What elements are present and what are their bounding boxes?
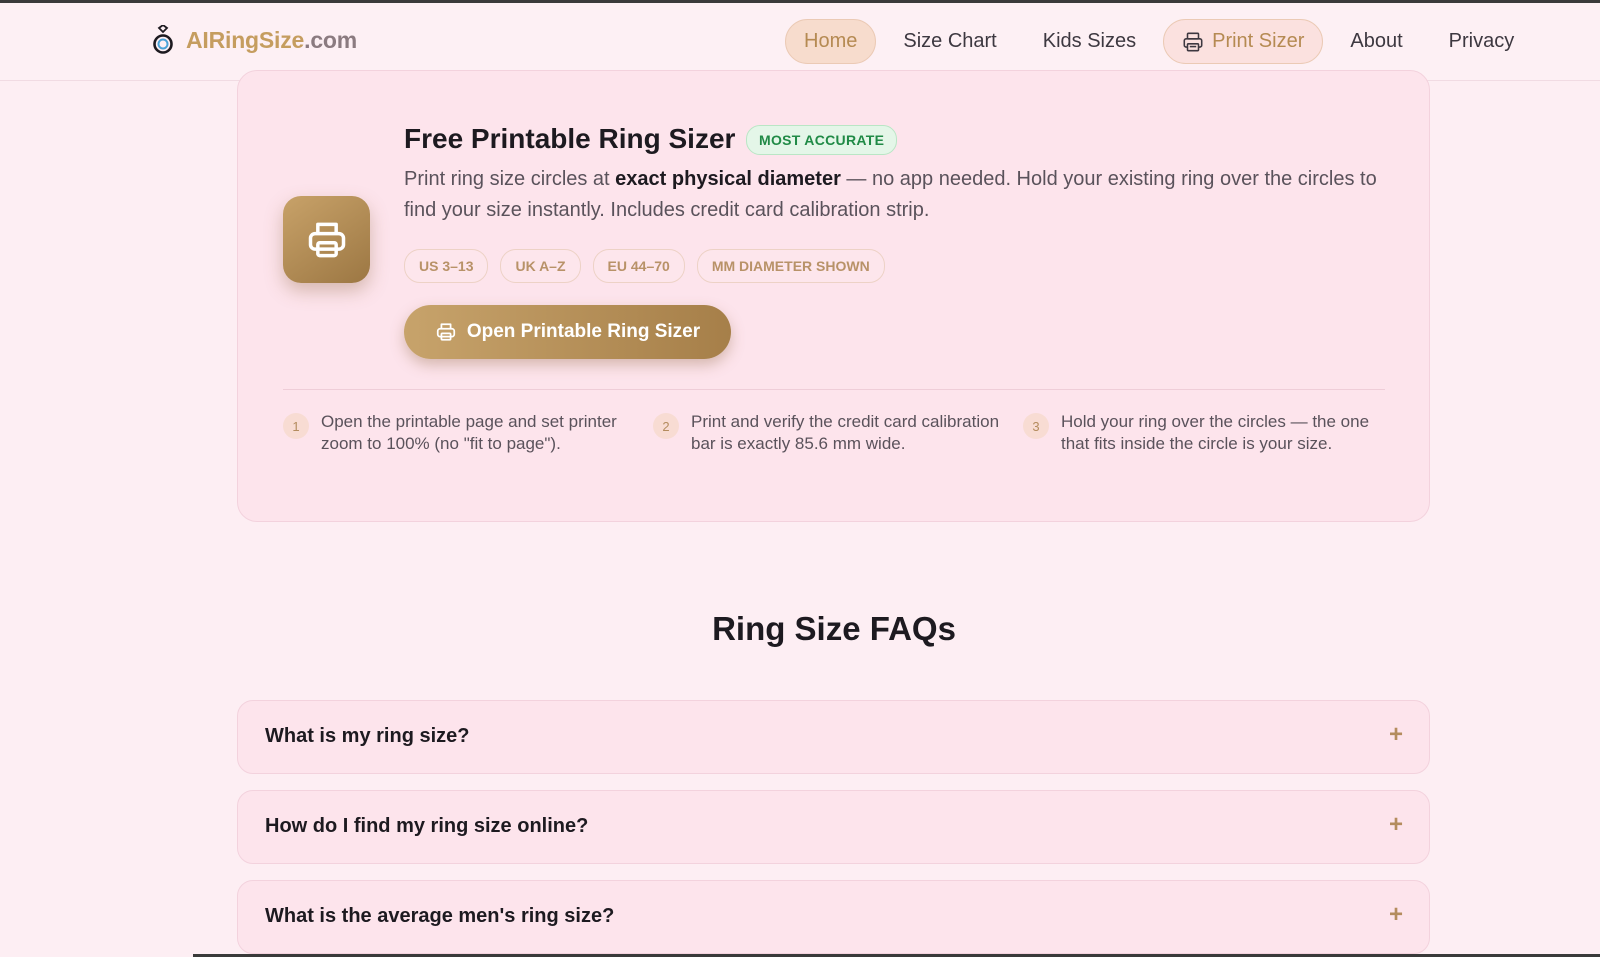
emphasis-text: exact physical diameter: [615, 168, 841, 190]
open-printable-sizer-button[interactable]: Open Printable Ring Sizer: [404, 305, 731, 359]
nav-privacy[interactable]: Privacy: [1430, 19, 1534, 64]
ring-icon: [153, 25, 173, 54]
nav-kids-sizes[interactable]: Kids Sizes: [1024, 19, 1155, 64]
step-text: Print and verify the credit card calibra…: [691, 412, 1000, 453]
steps-list: 1 Open the printable page and set printe…: [283, 411, 1393, 455]
printer-badge: [283, 196, 370, 283]
step-item: 3 Hold your ring over the circles — the …: [1023, 411, 1393, 455]
nav-home[interactable]: Home: [785, 19, 877, 64]
step-item: 2 Print and verify the credit card calib…: [653, 411, 1023, 455]
step-item: 1 Open the printable page and set printe…: [283, 411, 653, 455]
card-description: Print ring size circles at exact physica…: [404, 168, 1377, 221]
tag-uk: UK A–Z: [500, 249, 581, 283]
logo-tld: .com: [304, 26, 358, 53]
plus-icon[interactable]: +: [1389, 901, 1403, 929]
tag-eu: EU 44–70: [592, 249, 685, 283]
site-logo[interactable]: AIRingSize.com: [150, 25, 357, 55]
nav-about[interactable]: About: [1331, 19, 1421, 64]
step-number: 1: [283, 413, 309, 439]
logo-brand: AIRingSize: [186, 26, 305, 53]
printer-icon: [1183, 32, 1203, 51]
nav-print-sizer-label: Print Sizer: [1212, 30, 1305, 52]
plus-icon[interactable]: +: [1389, 721, 1403, 749]
most-accurate-badge: MOST ACCURATE: [746, 125, 898, 155]
printer-icon: [436, 323, 455, 341]
step-number: 3: [1023, 413, 1049, 439]
size-tags: US 3–13 UK A–Z EU 44–70 MM DIAMETER SHOW…: [404, 249, 885, 283]
faq-question: What is the average men's ring size?: [265, 905, 615, 927]
nav-print-sizer[interactable]: Print Sizer: [1163, 19, 1324, 64]
faq-item-ring-size[interactable]: What is my ring size? +: [237, 700, 1430, 774]
card-divider: [283, 389, 1385, 390]
main-nav: Home Size Chart Kids Sizes Print Sizer A…: [785, 18, 1533, 65]
nav-kids-sizes-label: Kids Sizes: [1042, 30, 1137, 52]
printer-icon: [308, 222, 345, 257]
faq-item-average-mens[interactable]: What is the average men's ring size? +: [237, 880, 1430, 954]
plus-icon[interactable]: +: [1389, 811, 1403, 839]
faq-heading: Ring Size FAQs: [712, 610, 956, 647]
step-number: 2: [653, 413, 679, 439]
nav-size-chart[interactable]: Size Chart: [884, 19, 1015, 64]
step-text: Open the printable page and set printer …: [321, 412, 617, 453]
faq-question: How do I find my ring size online?: [265, 815, 589, 837]
faq-question: What is my ring size?: [265, 725, 470, 747]
nav-home-label: Home: [804, 30, 858, 52]
cta-label: Open Printable Ring Sizer: [466, 321, 701, 342]
nav-size-chart-label: Size Chart: [903, 30, 997, 52]
step-text: Hold your ring over the circles — the on…: [1061, 412, 1370, 453]
faq-item-find-online[interactable]: How do I find my ring size online? +: [237, 790, 1430, 864]
tag-us: US 3–13: [404, 249, 489, 283]
card-title: Free Printable Ring Sizer: [404, 123, 736, 154]
tag-mm: MM DIAMETER SHOWN: [696, 249, 885, 283]
nav-about-label: About: [1350, 30, 1403, 52]
printable-sizer-card: Free Printable Ring Sizer MOST ACCURATE …: [237, 70, 1430, 522]
nav-privacy-label: Privacy: [1448, 30, 1515, 52]
